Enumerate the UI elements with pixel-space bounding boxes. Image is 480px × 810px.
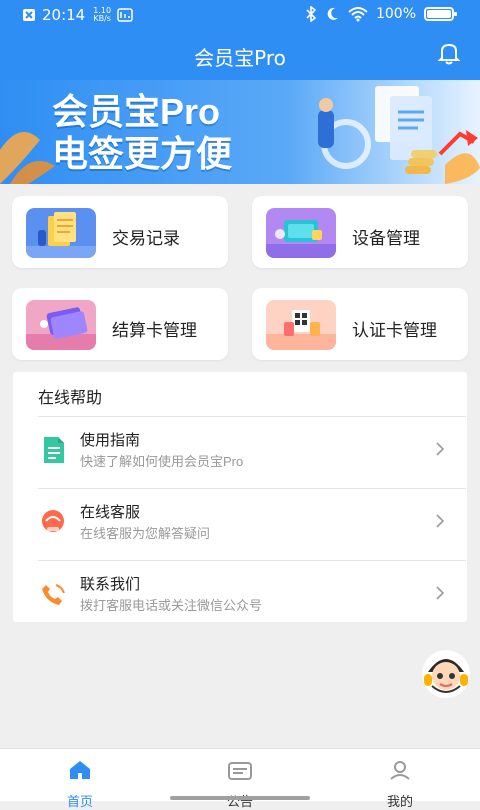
promo-banner[interactable]: 会员宝Pro 电签更方便 <box>0 80 480 184</box>
auth-card-management-icon <box>266 300 336 350</box>
nav-label: 首页 <box>66 794 93 809</box>
customer-service-icon <box>42 510 64 532</box>
help-row-online-service[interactable]: 在线客服 在线客服为您解答疑问 <box>38 488 466 561</box>
bell-icon[interactable] <box>436 40 462 66</box>
bottom-navigation: 首页 公告 我的 <box>0 748 480 809</box>
do-not-disturb-icon <box>327 7 338 20</box>
banner-title: 会员宝Pro 电签更方便 <box>52 94 232 178</box>
settlement-card-management-icon <box>26 300 96 350</box>
announcement-icon <box>228 762 252 780</box>
guide-icon <box>44 437 64 463</box>
user-icon <box>390 761 410 780</box>
home-icon <box>70 761 90 779</box>
help-item-subtitle: 快速了解如何使用会员宝Pro <box>80 454 244 469</box>
status-left: 20:14 1.10 KB/s <box>22 6 133 24</box>
app-header: 会员宝Pro <box>0 30 480 80</box>
help-row-guide[interactable]: 使用指南 快速了解如何使用会员宝Pro <box>38 416 466 489</box>
card-label: 设备管理 <box>352 229 420 248</box>
notification-icon <box>23 9 35 21</box>
help-item-title: 联系我们 <box>80 576 141 593</box>
card-label: 认证卡管理 <box>352 321 437 340</box>
help-panel: 在线帮助 使用指南 快速了解如何使用会员宝Pro 在线客服 在线客服为您解答疑问… <box>13 372 467 622</box>
card-device-management[interactable]: 设备管理 <box>252 196 468 268</box>
nav-mine[interactable]: 我的 <box>350 753 450 809</box>
chevron-right-icon <box>436 442 445 456</box>
card-transaction-records[interactable]: 交易记录 <box>12 196 228 268</box>
wifi-icon <box>348 7 368 22</box>
chevron-right-icon <box>436 586 445 600</box>
status-right: 100% <box>306 6 458 22</box>
page-title: 会员宝Pro <box>194 46 286 70</box>
sim-icon <box>117 8 133 22</box>
network-speed-unit: KB/s <box>93 14 111 23</box>
battery-percentage: 100% <box>375 6 416 22</box>
nav-label: 我的 <box>386 794 413 809</box>
help-item-subtitle: 拨打客服电话或关注微信公众号 <box>80 598 263 613</box>
card-label: 交易记录 <box>112 229 180 248</box>
transaction-records-icon <box>26 208 96 258</box>
banner-line-1: 会员宝Pro <box>52 91 221 132</box>
banner-line-2: 电签更方便 <box>52 133 233 174</box>
card-settlement-card-management[interactable]: 结算卡管理 <box>12 288 228 360</box>
assistant-avatar-icon[interactable] <box>418 646 474 702</box>
phone-icon <box>42 584 65 605</box>
card-auth-card-management[interactable]: 认证卡管理 <box>252 288 468 360</box>
nav-home[interactable]: 首页 <box>30 753 130 809</box>
network-speed: 1.10 KB/s <box>93 7 111 23</box>
nav-label: 公告 <box>226 794 253 809</box>
battery-icon <box>424 7 457 21</box>
help-item-title: 在线客服 <box>80 504 141 521</box>
status-time: 20:14 <box>42 6 86 24</box>
chevron-right-icon <box>436 514 445 528</box>
home-indicator <box>170 796 310 800</box>
bluetooth-icon <box>306 6 316 22</box>
status-bar: 20:14 1.10 KB/s 100% <box>0 0 480 30</box>
help-title: 在线帮助 <box>38 390 103 407</box>
help-item-subtitle: 在线客服为您解答疑问 <box>80 526 211 541</box>
help-item-title: 使用指南 <box>80 432 141 449</box>
help-row-contact[interactable]: 联系我们 拨打客服电话或关注微信公众号 <box>38 560 466 633</box>
nav-announcements[interactable]: 公告 <box>190 753 290 809</box>
card-label: 结算卡管理 <box>112 321 197 340</box>
device-management-icon <box>266 208 336 258</box>
